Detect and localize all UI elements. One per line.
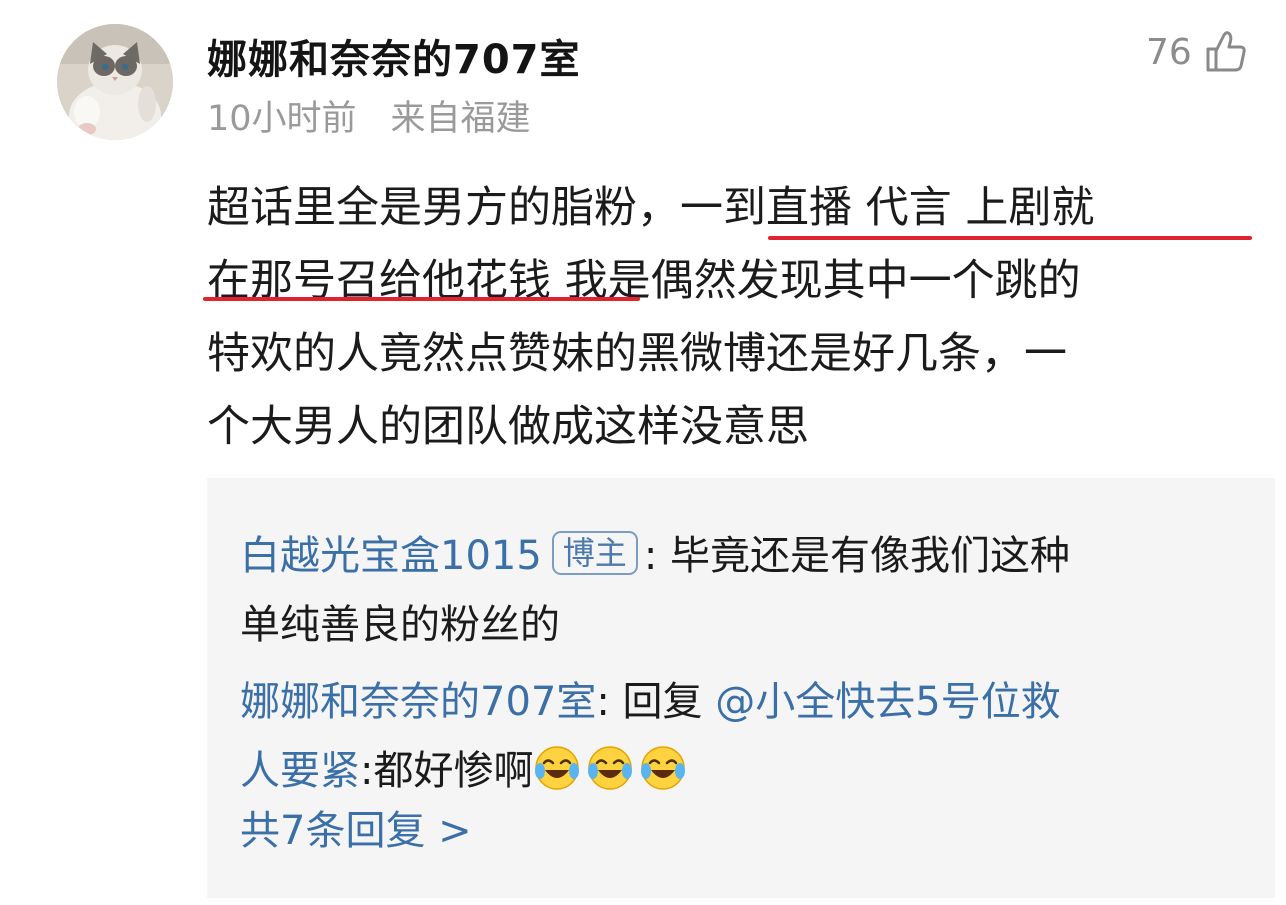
mention-link-cont[interactable]: 人要紧 (240, 748, 360, 794)
comment-body-line: 超话里全是男方的脂粉，一到直播 代言 上剧就 (207, 183, 1095, 233)
comment-body-line: 在那号召给他花钱 我是偶然发现其中一个跳的 (207, 256, 1081, 306)
comment-meta: 10小时前 来自福建 (207, 90, 531, 141)
comment-time: 10小时前 (207, 99, 357, 139)
reply-text: :都好惨啊 (360, 748, 534, 794)
author-badge: 博主 (551, 531, 638, 575)
like-count: 76 (1146, 31, 1192, 73)
reply-item: 白越光宝盒1015 博主: 毕竟还是有像我们这种 单纯善良的粉丝的 (240, 522, 1260, 660)
thumbs-up-icon (1204, 30, 1248, 74)
reply-author[interactable]: 白越光宝盒1015 (240, 533, 542, 579)
reply-line: 单纯善良的粉丝的 (240, 602, 560, 648)
comment-username[interactable]: 娜娜和奈奈的707室 (207, 27, 581, 85)
laughing-crying-emoji (588, 746, 633, 790)
reply-prefix: : 回复 (596, 679, 716, 725)
mention-link[interactable]: @小全快去5号位救 (715, 679, 1060, 725)
reply-line: 娜娜和奈奈的707室: 回复 @小全快去5号位救 (240, 668, 1260, 737)
comment-card: 娜娜和奈奈的707室 10小时前 来自福建 76 超话里全是男方的脂粉，一到直播 … (0, 0, 1286, 905)
highlight-underline (203, 297, 640, 301)
view-more-replies-link[interactable]: 共7条回复 > (240, 798, 472, 856)
cat-avatar-image (57, 24, 173, 140)
like-button[interactable]: 76 (1146, 30, 1248, 74)
comment-body-line: 个大男人的团队做成这样没意思 (207, 402, 809, 452)
laughing-crying-emoji (535, 746, 580, 790)
replies-panel: 白越光宝盒1015 博主: 毕竟还是有像我们这种 单纯善良的粉丝的 娜娜和奈奈的7… (207, 478, 1275, 898)
comment-location: 来自福建 (390, 99, 531, 139)
comment-body: 超话里全是男方的脂粉，一到直播 代言 上剧就 在那号召给他花钱 我是偶然发现其中… (207, 172, 1277, 464)
avatar[interactable] (57, 24, 173, 140)
laughing-crying-emoji (641, 746, 686, 790)
comment-body-line: 特欢的人竟然点赞妹的黑微博还是好几条，一 (207, 329, 1067, 379)
reply-line: 白越光宝盒1015 博主: 毕竟还是有像我们这种 (240, 522, 1260, 591)
reply-text: : 毕竟还是有像我们这种 (643, 533, 1071, 579)
reply-line: 人要紧:都好惨啊 (240, 737, 1260, 806)
reply-item: 娜娜和奈奈的707室: 回复 @小全快去5号位救 人要紧:都好惨啊 (240, 668, 1260, 806)
reply-author[interactable]: 娜娜和奈奈的707室 (240, 679, 596, 725)
highlight-underline (768, 236, 1252, 240)
